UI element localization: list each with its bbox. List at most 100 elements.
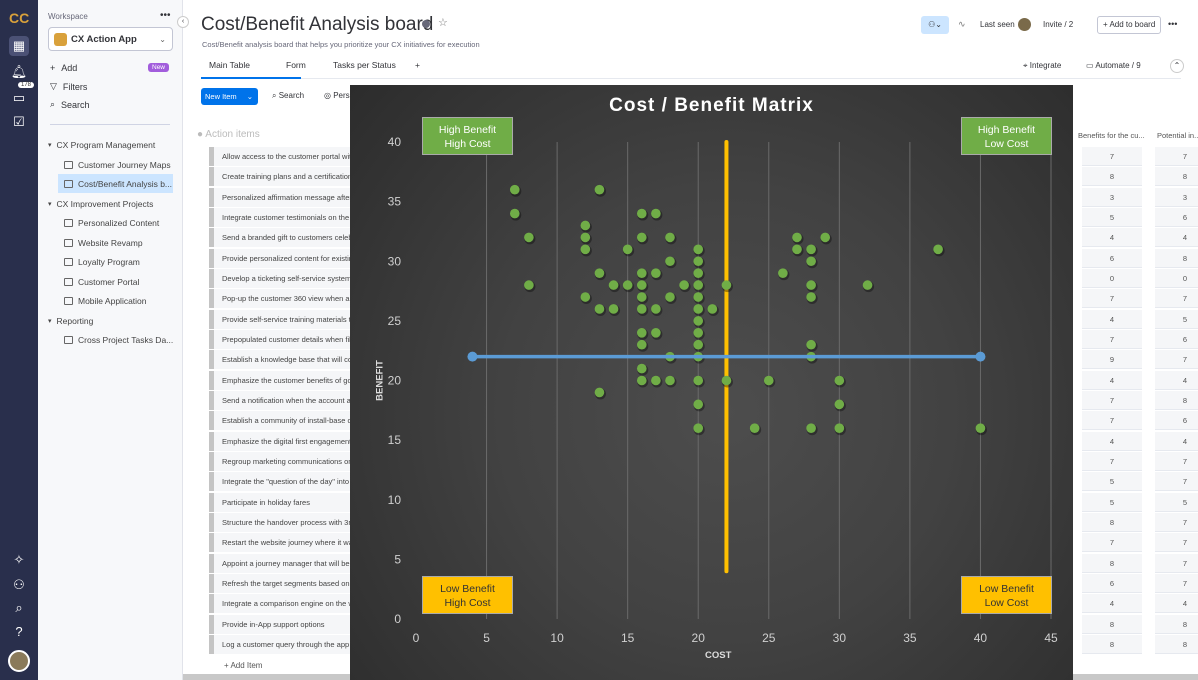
table-cell[interactable]: 8	[1082, 553, 1142, 573]
people-menu-button[interactable]: ⚇⌄	[921, 16, 949, 34]
sidebar-item[interactable]: Mobile Application	[58, 296, 147, 306]
table-cell[interactable]: 5	[1155, 309, 1198, 329]
apps-grid-icon[interactable]: ▦	[9, 36, 29, 56]
sidebar-item[interactable]: Loyalty Program	[58, 257, 140, 267]
table-cell[interactable]: 8	[1155, 614, 1198, 634]
table-cell[interactable]: 3	[1155, 187, 1198, 207]
table-row[interactable]: Appoint a journey manager that will be	[209, 553, 351, 573]
table-cell[interactable]: 7	[1155, 512, 1198, 532]
tab-form[interactable]: Form	[286, 60, 306, 70]
activity-icon[interactable]: ∿	[958, 19, 966, 30]
table-cell[interactable]: 6	[1082, 573, 1142, 593]
chevron-down-icon[interactable]: ⌄	[247, 88, 253, 105]
column-header[interactable]: Potential in...	[1157, 131, 1198, 140]
more-icon[interactable]: •••	[160, 10, 171, 21]
table-cell[interactable]: 7	[1155, 553, 1198, 573]
table-row[interactable]: Establish a knowledge base that will co	[209, 350, 351, 370]
table-cell[interactable]: 8	[1082, 614, 1142, 634]
column-header[interactable]: Benefits for the cu...	[1078, 131, 1145, 140]
table-row[interactable]: Personalized affirmation message after	[209, 187, 351, 207]
sidebar-item[interactable]: Personalized Content	[58, 218, 159, 228]
table-cell[interactable]: 7	[1082, 533, 1142, 553]
table-cell[interactable]: 4	[1155, 228, 1198, 248]
table-cell[interactable]: 7	[1155, 573, 1198, 593]
table-cell[interactable]: 7	[1155, 472, 1198, 492]
table-cell[interactable]: 4	[1082, 370, 1142, 390]
table-cell[interactable]: 7	[1082, 289, 1142, 309]
table-row[interactable]: Emphasize the customer benefits of go	[209, 370, 351, 390]
table-row[interactable]: Log a customer query through the app c	[209, 634, 351, 654]
table-cell[interactable]: 4	[1155, 431, 1198, 451]
table-row[interactable]: Create training plans and a certificatio…	[209, 167, 351, 187]
info-icon[interactable]	[422, 20, 430, 28]
calendar-check-icon[interactable]: ☑	[9, 112, 29, 132]
add-button[interactable]: + Add	[50, 63, 77, 73]
table-cell[interactable]: 8	[1155, 390, 1198, 410]
table-cell[interactable]: 7	[1082, 390, 1142, 410]
table-cell[interactable]: 0	[1082, 268, 1142, 288]
table-cell[interactable]: 9	[1082, 350, 1142, 370]
sidebar-folder[interactable]: ▾ Reporting	[48, 316, 93, 326]
table-row[interactable]: Send a notification when the account ac	[209, 390, 351, 410]
table-cell[interactable]: 4	[1082, 228, 1142, 248]
table-row[interactable]: Provide self-service training materials …	[209, 309, 351, 329]
table-row[interactable]: Refresh the target segments based on t	[209, 573, 351, 593]
table-row[interactable]: Regroup marketing communications on	[209, 451, 351, 471]
table-row[interactable]: Provide in-App support options	[209, 614, 351, 634]
table-row[interactable]: Pop-up the customer 360 view when an	[209, 289, 351, 309]
sidebar-item[interactable]: Cost/Benefit Analysis b...	[58, 174, 173, 193]
table-row[interactable]: Establish a community of install-base c	[209, 411, 351, 431]
table-cell[interactable]: 8	[1082, 512, 1142, 532]
sidebar-item[interactable]: Customer Portal	[58, 277, 139, 287]
table-cell[interactable]: 4	[1082, 594, 1142, 614]
help-icon[interactable]: ?	[9, 622, 29, 642]
new-item-button[interactable]: New Item ⌄	[201, 88, 258, 105]
table-cell[interactable]: 5	[1082, 472, 1142, 492]
collapse-header-button[interactable]: ⌃	[1170, 59, 1184, 73]
more-icon[interactable]: •••	[1168, 19, 1177, 29]
table-row[interactable]: Integrate the "question of the day" into…	[209, 472, 351, 492]
table-cell[interactable]: 6	[1155, 329, 1198, 349]
table-cell[interactable]: 7	[1082, 329, 1142, 349]
star-icon[interactable]: ☆	[438, 16, 448, 29]
table-cell[interactable]: 4	[1155, 370, 1198, 390]
search-icon[interactable]: ⌕	[9, 598, 29, 618]
table-row[interactable]: Participate in holiday fares	[209, 492, 351, 512]
table-row[interactable]: Restart the website journey where it wa	[209, 533, 351, 553]
table-cell[interactable]: 3	[1082, 187, 1142, 207]
table-cell[interactable]: 8	[1082, 167, 1142, 187]
sidebar-folder[interactable]: ▾ CX Improvement Projects	[48, 199, 153, 209]
table-row[interactable]: Allow access to the customer portal with	[209, 147, 351, 166]
integrate-button[interactable]: ⌖ Integrate	[1023, 61, 1061, 71]
table-row[interactable]: Develop a ticketing self-service system	[209, 268, 351, 288]
search-button[interactable]: ⌕ Search	[272, 91, 304, 101]
table-cell[interactable]: 7	[1082, 147, 1142, 166]
table-row[interactable]: Emphasize the digital first engagement	[209, 431, 351, 451]
sidebar-item[interactable]: Customer Journey Maps	[58, 160, 171, 170]
table-cell[interactable]: 5	[1155, 492, 1198, 512]
table-cell[interactable]: 6	[1155, 207, 1198, 227]
group-title[interactable]: ● Action items	[197, 129, 260, 140]
table-cell[interactable]: 6	[1155, 411, 1198, 431]
bell-icon[interactable]: 🔔︎	[9, 62, 29, 82]
invite-button[interactable]: Invite / 2	[1043, 20, 1073, 29]
table-cell[interactable]: 7	[1155, 451, 1198, 471]
table-cell[interactable]: 8	[1155, 167, 1198, 187]
table-cell[interactable]: 6	[1082, 248, 1142, 268]
table-cell[interactable]: 5	[1082, 207, 1142, 227]
tab-main-table[interactable]: Main Table	[209, 60, 250, 70]
table-cell[interactable]: 7	[1155, 350, 1198, 370]
table-row[interactable]: Structure the handover process with 3rd	[209, 512, 351, 532]
table-row[interactable]: Integrate customer testimonials on the	[209, 207, 351, 227]
tab-tasks-per-status[interactable]: Tasks per Status	[333, 60, 396, 70]
inbox-icon[interactable]: ▭	[9, 88, 29, 108]
workspace-selector[interactable]: CX Action App ⌄	[48, 27, 173, 51]
table-cell[interactable]: 7	[1082, 451, 1142, 471]
table-row[interactable]: Integrate a comparison engine on the w	[209, 594, 351, 614]
add-to-board-button[interactable]: + Add to board	[1097, 16, 1162, 34]
table-row[interactable]: Provide personalized content for existin	[209, 248, 351, 268]
table-cell[interactable]: 5	[1082, 492, 1142, 512]
last-seen[interactable]: Last seen	[980, 20, 1015, 29]
table-cell[interactable]: 4	[1155, 594, 1198, 614]
add-user-icon[interactable]: ⚇	[9, 575, 29, 595]
